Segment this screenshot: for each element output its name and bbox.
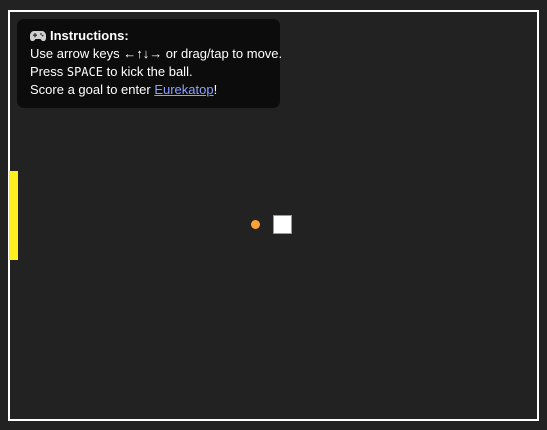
instructions-move-text: Use arrow keys ←↑↓→ or drag/tap to move. [30, 46, 283, 61]
ball [251, 220, 260, 229]
gamepad-icon [30, 31, 46, 42]
instructions-title: Instructions: [50, 28, 129, 43]
instructions-title-row: Instructions: [30, 27, 280, 45]
kick-prefix: Press [30, 64, 67, 79]
instructions-goal-line: Score a goal to enter Eurekatop! [30, 81, 280, 99]
goal [9, 171, 18, 260]
goal-prefix: Score a goal to enter [30, 82, 155, 97]
space-key-label: SPACE [66, 65, 103, 79]
player[interactable] [273, 215, 292, 234]
instructions-kick-line: Press SPACE to kick the ball. [30, 63, 280, 81]
instructions-panel: Instructions: Use arrow keys ←↑↓→ or dra… [17, 19, 283, 108]
eurekatop-link[interactable]: Eurekatop [154, 82, 213, 97]
goal-suffix: ! [213, 82, 218, 97]
kick-suffix: to kick the ball. [102, 64, 193, 79]
